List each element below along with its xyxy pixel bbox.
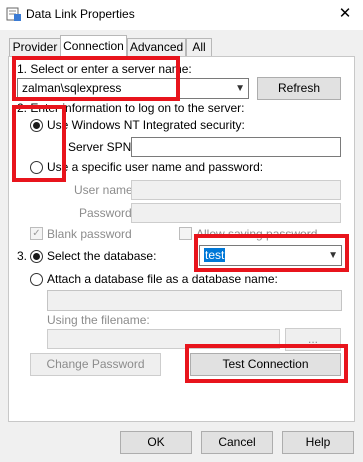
- user-name-input[interactable]: [131, 180, 341, 200]
- attach-file-label: Attach a database file as a database nam…: [47, 272, 278, 286]
- attach-file-radio[interactable]: [30, 273, 43, 286]
- title-bar: Data Link Properties ✕: [0, 0, 363, 30]
- tab-provider[interactable]: Provider: [9, 38, 61, 57]
- blank-password-checkbox[interactable]: ✓: [30, 227, 43, 240]
- step2-label: 2. Enter information to log on to the se…: [17, 101, 245, 115]
- step1-label: 1. Select or enter a server name:: [17, 62, 192, 76]
- close-icon[interactable]: ✕: [331, 3, 359, 25]
- server-spn-label: Server SPN:: [68, 140, 135, 154]
- windows-nt-label: Use Windows NT Integrated security:: [47, 118, 245, 132]
- allow-saving-checkbox[interactable]: [179, 227, 192, 240]
- database-value: test: [204, 248, 226, 262]
- password-label: Password:: [79, 206, 136, 220]
- test-connection-button[interactable]: Test Connection: [190, 353, 341, 376]
- password-input[interactable]: [131, 203, 341, 223]
- data-link-icon: [6, 7, 21, 21]
- server-spn-input[interactable]: [131, 137, 341, 157]
- tab-connection[interactable]: Connection: [60, 35, 127, 58]
- chevron-down-icon[interactable]: ▼: [328, 246, 338, 265]
- select-database-radio[interactable]: [30, 250, 43, 263]
- tab-advanced[interactable]: Advanced: [127, 38, 186, 57]
- using-filename-label: Using the filename:: [47, 313, 150, 327]
- user-name-label: User name:: [74, 183, 137, 197]
- allow-saving-label: Allow saving password: [196, 227, 318, 241]
- select-database-label: Select the database:: [47, 249, 157, 263]
- window-title: Data Link Properties: [26, 7, 135, 21]
- help-button[interactable]: Help: [282, 431, 354, 454]
- change-password-button[interactable]: Change Password: [30, 353, 161, 376]
- tab-all[interactable]: All: [186, 38, 212, 57]
- blank-password-label: Blank password: [47, 227, 132, 241]
- chevron-down-icon[interactable]: ▼: [235, 79, 245, 98]
- attach-database-name-input[interactable]: [47, 290, 342, 311]
- cancel-button[interactable]: Cancel: [201, 431, 273, 454]
- step3-number: 3.: [17, 249, 28, 263]
- filename-input[interactable]: [47, 329, 280, 349]
- database-combo[interactable]: test ▼: [199, 245, 342, 266]
- browse-button[interactable]: ...: [285, 328, 341, 351]
- specific-user-radio[interactable]: [30, 161, 43, 174]
- server-name-combo[interactable]: zalman\sqlexpress ▼: [17, 78, 249, 99]
- refresh-button[interactable]: Refresh: [257, 77, 341, 100]
- server-name-value: zalman\sqlexpress: [22, 81, 122, 95]
- ok-button[interactable]: OK: [120, 431, 192, 454]
- windows-nt-radio[interactable]: [30, 119, 43, 132]
- specific-user-label: Use a specific user name and password:: [47, 160, 264, 174]
